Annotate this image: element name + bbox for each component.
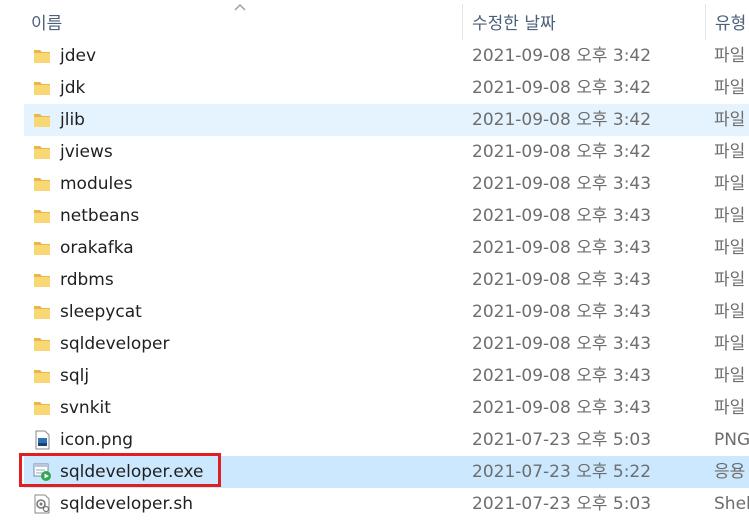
folder-icon	[32, 270, 52, 290]
file-type: 파일	[714, 206, 746, 226]
file-modified-date: 2021-09-08 오후 3:43	[472, 174, 652, 194]
file-row[interactable]: jdk 2021-09-08 오후 3:42 파일	[24, 72, 749, 104]
file-modified-date: 2021-07-23 오후 5:03	[472, 430, 652, 450]
shell-script-icon	[32, 494, 52, 514]
file-row[interactable]: jdev 2021-09-08 오후 3:42 파일	[24, 40, 749, 72]
file-row[interactable]: sqlj 2021-09-08 오후 3:43 파일	[24, 360, 749, 392]
file-name: sqlj	[60, 366, 90, 386]
file-name: jdk	[60, 78, 86, 98]
file-row[interactable]: icon.png 2021-07-23 오후 5:03 PNG	[24, 424, 749, 456]
file-type: 파일	[714, 366, 746, 386]
file-modified-date: 2021-07-23 오후 5:22	[472, 462, 652, 482]
file-type: 파일	[714, 302, 746, 322]
column-header-type[interactable]: 유형	[715, 0, 746, 40]
file-name: icon.png	[60, 430, 134, 450]
file-type: 파일	[714, 398, 746, 418]
file-modified-date: 2021-09-08 오후 3:42	[472, 142, 652, 162]
file-type: Shel	[714, 494, 749, 514]
file-modified-date: 2021-09-08 오후 3:42	[472, 46, 652, 66]
file-row[interactable]: sqldeveloper.sh 2021-07-23 오후 5:03 Shel	[24, 488, 749, 520]
file-row[interactable]: sqldeveloper 2021-09-08 오후 3:43 파일	[24, 328, 749, 360]
file-name: jdev	[60, 46, 97, 66]
file-row[interactable]: svnkit 2021-09-08 오후 3:43 파일	[24, 392, 749, 424]
file-modified-date: 2021-09-08 오후 3:43	[472, 238, 652, 258]
file-modified-date: 2021-09-08 오후 3:42	[472, 110, 652, 130]
file-modified-date: 2021-09-08 오후 3:43	[472, 334, 652, 354]
folder-icon	[32, 302, 52, 322]
folder-icon	[32, 334, 52, 354]
file-type: 응용	[714, 462, 746, 482]
folder-icon	[32, 78, 52, 98]
file-modified-date: 2021-09-08 오후 3:43	[472, 398, 652, 418]
file-type: 파일	[714, 334, 746, 354]
column-divider[interactable]	[705, 4, 706, 40]
file-type: 파일	[714, 78, 746, 98]
file-type: PNG	[714, 430, 749, 450]
file-modified-date: 2021-09-08 오후 3:43	[472, 366, 652, 386]
file-modified-date: 2021-09-08 오후 3:43	[472, 302, 652, 322]
file-modified-date: 2021-07-23 오후 5:03	[472, 494, 652, 514]
file-name: rdbms	[60, 270, 114, 290]
folder-icon	[32, 206, 52, 226]
file-name: orakafka	[60, 238, 134, 258]
file-name: jlib	[60, 110, 85, 130]
file-row[interactable]: jviews 2021-09-08 오후 3:42 파일	[24, 136, 749, 168]
file-name: sqldeveloper.exe	[60, 462, 204, 482]
file-type: 파일	[714, 174, 746, 194]
folder-icon	[32, 398, 52, 418]
folder-icon	[32, 174, 52, 194]
file-type: 파일	[714, 142, 746, 162]
file-type: 파일	[714, 238, 746, 258]
file-row[interactable]: netbeans 2021-09-08 오후 3:43 파일	[24, 200, 749, 232]
column-header-date[interactable]: 수정한 날짜	[472, 0, 556, 40]
folder-icon	[32, 238, 52, 258]
exe-app-icon	[32, 462, 52, 482]
file-type: 파일	[714, 270, 746, 290]
file-row[interactable]: modules 2021-09-08 오후 3:43 파일	[24, 168, 749, 200]
folder-icon	[32, 46, 52, 66]
file-modified-date: 2021-09-08 오후 3:43	[472, 270, 652, 290]
file-name: sqldeveloper	[60, 334, 170, 354]
image-file-icon	[32, 430, 52, 450]
file-type: 파일	[714, 46, 746, 66]
file-row[interactable]: sleepycat 2021-09-08 오후 3:43 파일	[24, 296, 749, 328]
file-row[interactable]: jlib 2021-09-08 오후 3:42 파일	[24, 104, 749, 136]
file-row[interactable]: rdbms 2021-09-08 오후 3:43 파일	[24, 264, 749, 296]
file-modified-date: 2021-09-08 오후 3:42	[472, 78, 652, 98]
sort-ascending-icon	[234, 4, 246, 11]
folder-icon	[32, 366, 52, 386]
file-name: sleepycat	[60, 302, 142, 322]
file-modified-date: 2021-09-08 오후 3:43	[472, 206, 652, 226]
file-name: jviews	[60, 142, 113, 162]
file-name: sqldeveloper.sh	[60, 494, 193, 514]
file-name: svnkit	[60, 398, 111, 418]
folder-icon	[32, 142, 52, 162]
file-row[interactable]: sqldeveloper.exe 2021-07-23 오후 5:22 응용	[24, 456, 749, 488]
column-header-name[interactable]: 이름	[31, 0, 62, 40]
file-name: modules	[60, 174, 133, 194]
file-name: netbeans	[60, 206, 140, 226]
column-divider[interactable]	[462, 4, 463, 40]
column-header-bar: 이름 수정한 날짜 유형	[0, 0, 749, 40]
file-row[interactable]: orakafka 2021-09-08 오후 3:43 파일	[24, 232, 749, 264]
folder-icon	[32, 110, 52, 130]
file-type: 파일	[714, 110, 746, 130]
